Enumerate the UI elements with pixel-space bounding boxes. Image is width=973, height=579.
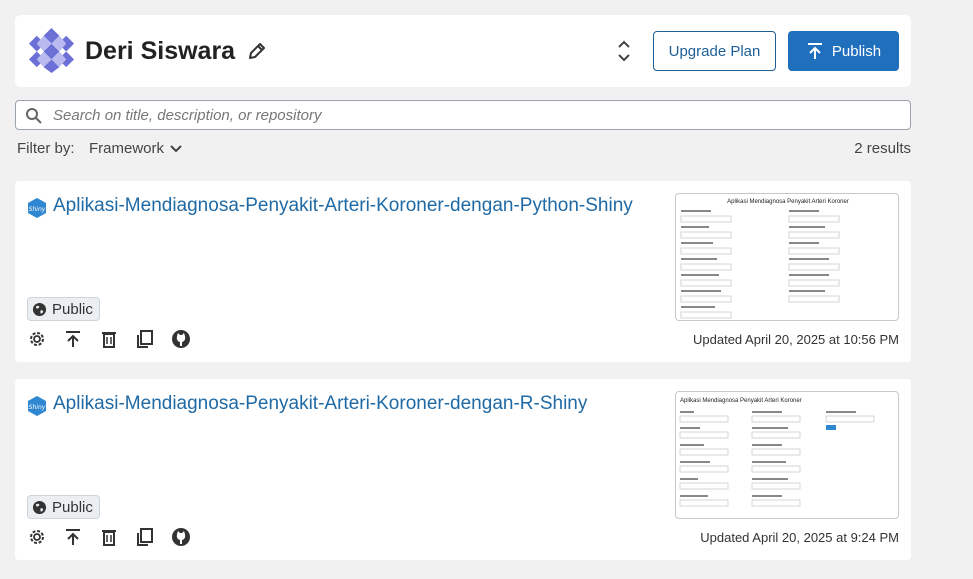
search-icon [26, 108, 42, 124]
filter-label: Filter by: [17, 140, 75, 157]
visibility-label: Public [52, 300, 93, 318]
page-title: Deri Siswara [85, 37, 236, 65]
copy-icon[interactable] [135, 329, 155, 349]
framework-filter-label: Framework [89, 140, 165, 157]
content-card: Shiny Aplikasi-Mendiagnosa-Penyakit-Arte… [15, 379, 911, 560]
search-input[interactable] [53, 104, 893, 126]
thumb-title: Aplikasi Mendiagnosa Penyakit Arteri Kor… [727, 199, 849, 205]
shiny-logo-icon: Shiny [28, 396, 46, 416]
app-thumbnail[interactable]: Aplikasi Mendiagnosa Penyakit Arteri Kor… [675, 193, 899, 321]
publish-button[interactable]: Publish [788, 31, 899, 71]
visibility-badge: Public [27, 297, 100, 321]
card-actions [27, 527, 191, 547]
card-actions [27, 329, 191, 349]
visibility-badge: Public [27, 495, 100, 519]
globe-icon [32, 500, 47, 514]
profile-header: Deri Siswara Upgrade Plan Publish [15, 15, 911, 87]
updated-timestamp: Updated April 20, 2025 at 9:24 PM [700, 530, 899, 545]
upload-icon [807, 43, 822, 59]
upgrade-plan-button[interactable]: Upgrade Plan [653, 31, 776, 71]
shiny-logo-icon: Shiny [28, 198, 46, 218]
app-thumbnail[interactable]: Aplikasi Mendiagnosa Penyakit Arteri Kor… [675, 391, 899, 519]
card-title-link[interactable]: Aplikasi-Mendiagnosa-Penyakit-Arteri-Kor… [53, 195, 633, 217]
publish-label: Publish [831, 42, 882, 60]
content-card: Shiny Aplikasi-Mendiagnosa-Penyakit-Arte… [15, 181, 911, 362]
publish-icon[interactable] [63, 329, 83, 349]
chevron-down-icon [170, 144, 182, 152]
github-icon[interactable] [171, 527, 191, 547]
copy-icon[interactable] [135, 527, 155, 547]
globe-icon [32, 302, 47, 316]
github-icon[interactable] [171, 329, 191, 349]
updated-timestamp: Updated April 20, 2025 at 10:56 PM [693, 332, 899, 347]
visibility-label: Public [52, 498, 93, 516]
delete-icon[interactable] [99, 329, 119, 349]
results-count: 2 results [854, 140, 911, 157]
pencil-icon[interactable] [247, 41, 267, 61]
publish-icon[interactable] [63, 527, 83, 547]
thumb-title: Aplikasi Mendiagnosa Penyakit Arteri Kor… [680, 398, 802, 404]
delete-icon[interactable] [99, 527, 119, 547]
settings-icon[interactable] [27, 329, 47, 349]
settings-icon[interactable] [27, 527, 47, 547]
svg-text:Shiny: Shiny [29, 404, 46, 411]
card-title-link[interactable]: Aplikasi-Mendiagnosa-Penyakit-Arteri-Kor… [53, 393, 587, 415]
svg-text:Shiny: Shiny [29, 206, 46, 213]
search-box [15, 100, 911, 130]
sort-icon[interactable] [616, 39, 632, 63]
framework-filter-dropdown[interactable]: Framework [89, 140, 182, 157]
avatar[interactable] [27, 26, 76, 75]
